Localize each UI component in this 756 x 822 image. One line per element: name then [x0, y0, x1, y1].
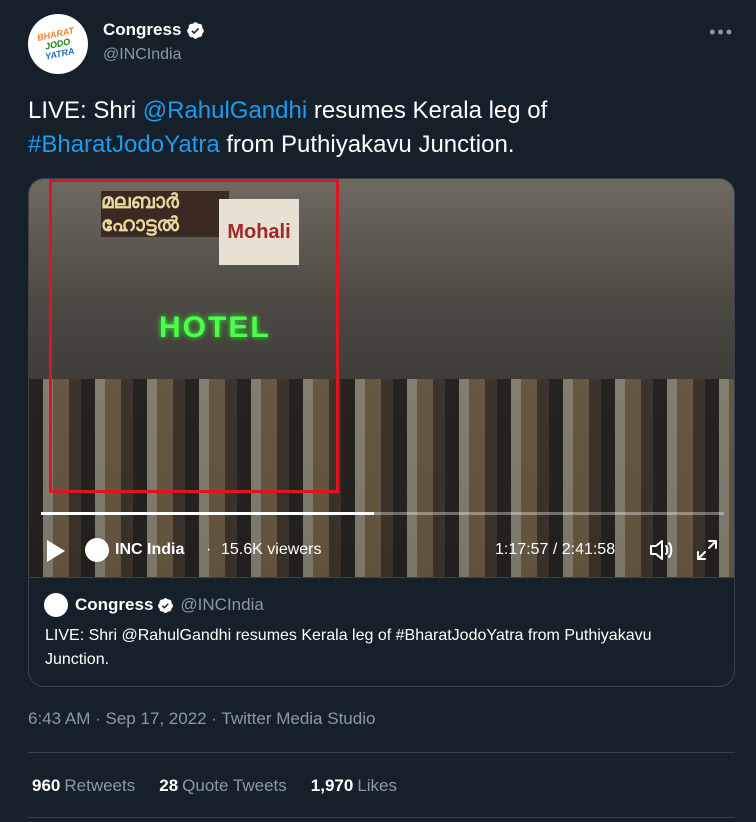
avatar[interactable]: BHARAT JODO YATRA	[28, 14, 88, 74]
quoted-tweet[interactable]: Congress @INCIndia LIVE: Shri @RahulGand…	[29, 577, 734, 686]
channel-name: INC India	[115, 541, 185, 558]
quote-tweets-count: 28	[159, 776, 179, 795]
video-time: 1:17:57 / 2:41:58	[495, 541, 616, 558]
quoted-avatar	[44, 593, 68, 617]
quoted-display-name: Congress	[75, 595, 154, 614]
play-icon[interactable]	[47, 540, 65, 562]
divider	[28, 817, 735, 818]
tweet-text-prefix: LIVE: Shri	[28, 97, 143, 124]
bharat-jodo-yatra-logo: BHARAT JODO YATRA	[36, 25, 76, 62]
fullscreen-icon[interactable]	[695, 538, 719, 562]
likes-label: Likes	[357, 776, 397, 795]
quoted-text: LIVE: Shri @RahulGandhi resumes Kerala l…	[45, 627, 652, 668]
separator-dot: ·	[206, 541, 212, 558]
progress-bar[interactable]	[41, 512, 724, 515]
hashtag-link[interactable]: #BharatJodoYatra	[28, 131, 220, 158]
progress-fill	[41, 512, 375, 515]
tweet-text-middle: resumes Kerala leg of	[307, 97, 548, 124]
media-card: മലബാർ ഹോട്ടൽ Mohali HOTEL INC India · 15…	[28, 178, 735, 687]
engagement-stats: 960 Retweets 28 Quote Tweets 1,970 Likes	[32, 776, 421, 796]
quote-tweets-stat[interactable]: 28 Quote Tweets	[159, 776, 287, 796]
quote-tweets-label: Quote Tweets	[182, 776, 287, 795]
verified-badge-icon	[158, 597, 174, 613]
retweets-stat[interactable]: 960 Retweets	[32, 776, 135, 796]
retweets-label: Retweets	[64, 776, 136, 795]
likes-stat[interactable]: 1,970 Likes	[311, 776, 397, 796]
verified-badge-icon	[187, 21, 205, 39]
author-handle[interactable]: @INCIndia	[103, 46, 182, 64]
retweets-count: 960	[32, 776, 61, 795]
author-display-name[interactable]: Congress	[103, 20, 181, 40]
highlight-box	[49, 179, 339, 493]
tweet-header: BHARAT JODO YATRA Congress @INCIndia •••	[28, 14, 738, 76]
tweet-text: LIVE: Shri @RahulGandhi resumes Kerala l…	[28, 94, 728, 162]
volume-icon[interactable]	[649, 538, 675, 562]
channel-avatar	[85, 538, 109, 562]
more-horizontal-icon[interactable]: •••	[709, 22, 734, 43]
likes-count: 1,970	[310, 776, 354, 795]
divider	[28, 752, 735, 753]
quoted-handle: @INCIndia	[180, 595, 264, 614]
tweet-text-suffix: from Puthiyakavu Junction.	[219, 131, 515, 158]
tweet-meta[interactable]: 6:43 AM · Sep 17, 2022 · Twitter Media S…	[28, 709, 375, 729]
quoted-author-row: Congress @INCIndia	[75, 595, 264, 615]
video-player[interactable]: മലബാർ ഹോട്ടൽ Mohali HOTEL INC India · 15…	[29, 179, 734, 577]
mention-link[interactable]: @RahulGandhi	[143, 97, 307, 124]
author-name-row: Congress	[103, 20, 205, 40]
viewer-count: 15.6K viewers	[221, 541, 322, 558]
video-controls: INC India · 15.6K viewers 1:17:57 / 2:41…	[29, 524, 734, 574]
